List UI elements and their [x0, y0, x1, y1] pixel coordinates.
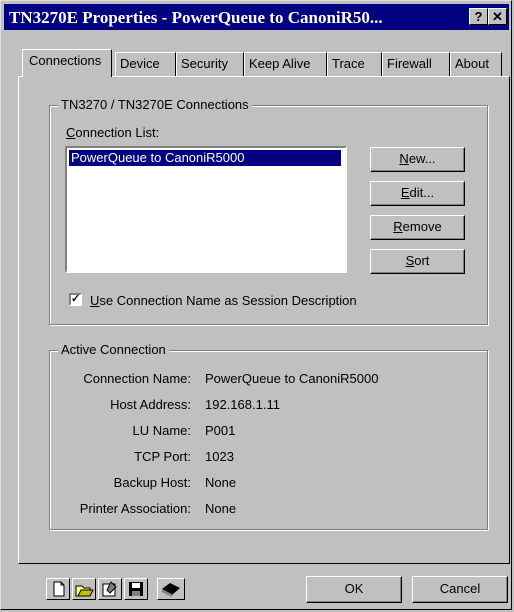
tab-device[interactable]: Device [115, 52, 176, 76]
list-item[interactable]: PowerQueue to CanoniR5000 [69, 150, 341, 166]
session-description-label[interactable]: Use Connection Name as Session Descripti… [90, 293, 357, 308]
tab-about[interactable]: About [450, 52, 502, 76]
properties-button[interactable] [98, 578, 122, 600]
close-button[interactable]: ✕ [488, 8, 507, 25]
ok-button[interactable]: OK [306, 576, 402, 603]
field-value: 192.168.1.11 [205, 397, 280, 412]
sort-button[interactable]: Sort [370, 249, 465, 274]
connections-group-title: TN3270 / TN3270E Connections [58, 97, 252, 112]
open-folder-icon [75, 585, 94, 597]
field-label: Printer Association: [79, 501, 191, 516]
tab-firewall[interactable]: Firewall [382, 52, 450, 76]
remove-button[interactable]: Remove [370, 215, 465, 240]
new-button[interactable]: New... [370, 147, 465, 172]
window-title: TN3270E Properties - PowerQueue to Canon… [9, 8, 383, 27]
tab-security[interactable]: Security [176, 52, 244, 76]
properties-dialog: TN3270E Properties - PowerQueue to Canon… [0, 0, 512, 610]
field-value: None [205, 501, 237, 516]
properties-icon [102, 581, 117, 597]
field-value: None [205, 475, 237, 490]
book-button[interactable] [157, 578, 185, 600]
field-label: TCP Port: [134, 449, 191, 464]
session-description-checkbox[interactable]: ✓ [69, 293, 82, 306]
cancel-button[interactable]: Cancel [412, 576, 508, 603]
field-value: 1023 [205, 449, 234, 464]
field-value: P001 [205, 423, 236, 438]
field-label: LU Name: [132, 423, 191, 438]
open-folder-button[interactable] [72, 578, 96, 600]
help-button[interactable]: ? [469, 8, 488, 25]
field-label: Host Address: [110, 397, 191, 412]
connection-list[interactable]: PowerQueue to CanoniR5000 [65, 146, 347, 273]
save-icon [129, 582, 143, 596]
title-bar[interactable]: TN3270E Properties - PowerQueue to Canon… [4, 4, 509, 30]
edit-button[interactable]: Edit... [370, 181, 465, 206]
new-file-icon [53, 581, 65, 597]
connection-list-label: Connection List: [66, 125, 160, 140]
tab-keep-alive[interactable]: Keep Alive [244, 52, 327, 76]
new-file-button[interactable] [46, 578, 70, 600]
active-connection-title: Active Connection [58, 342, 169, 357]
field-value: PowerQueue to CanoniR5000 [205, 371, 379, 386]
field-label: Backup Host: [113, 475, 191, 490]
tab-connections[interactable]: Connections [22, 49, 112, 77]
field-label: Connection Name: [83, 371, 191, 386]
save-button[interactable] [124, 578, 148, 600]
book-icon [162, 583, 180, 597]
tab-trace[interactable]: Trace [327, 52, 382, 76]
